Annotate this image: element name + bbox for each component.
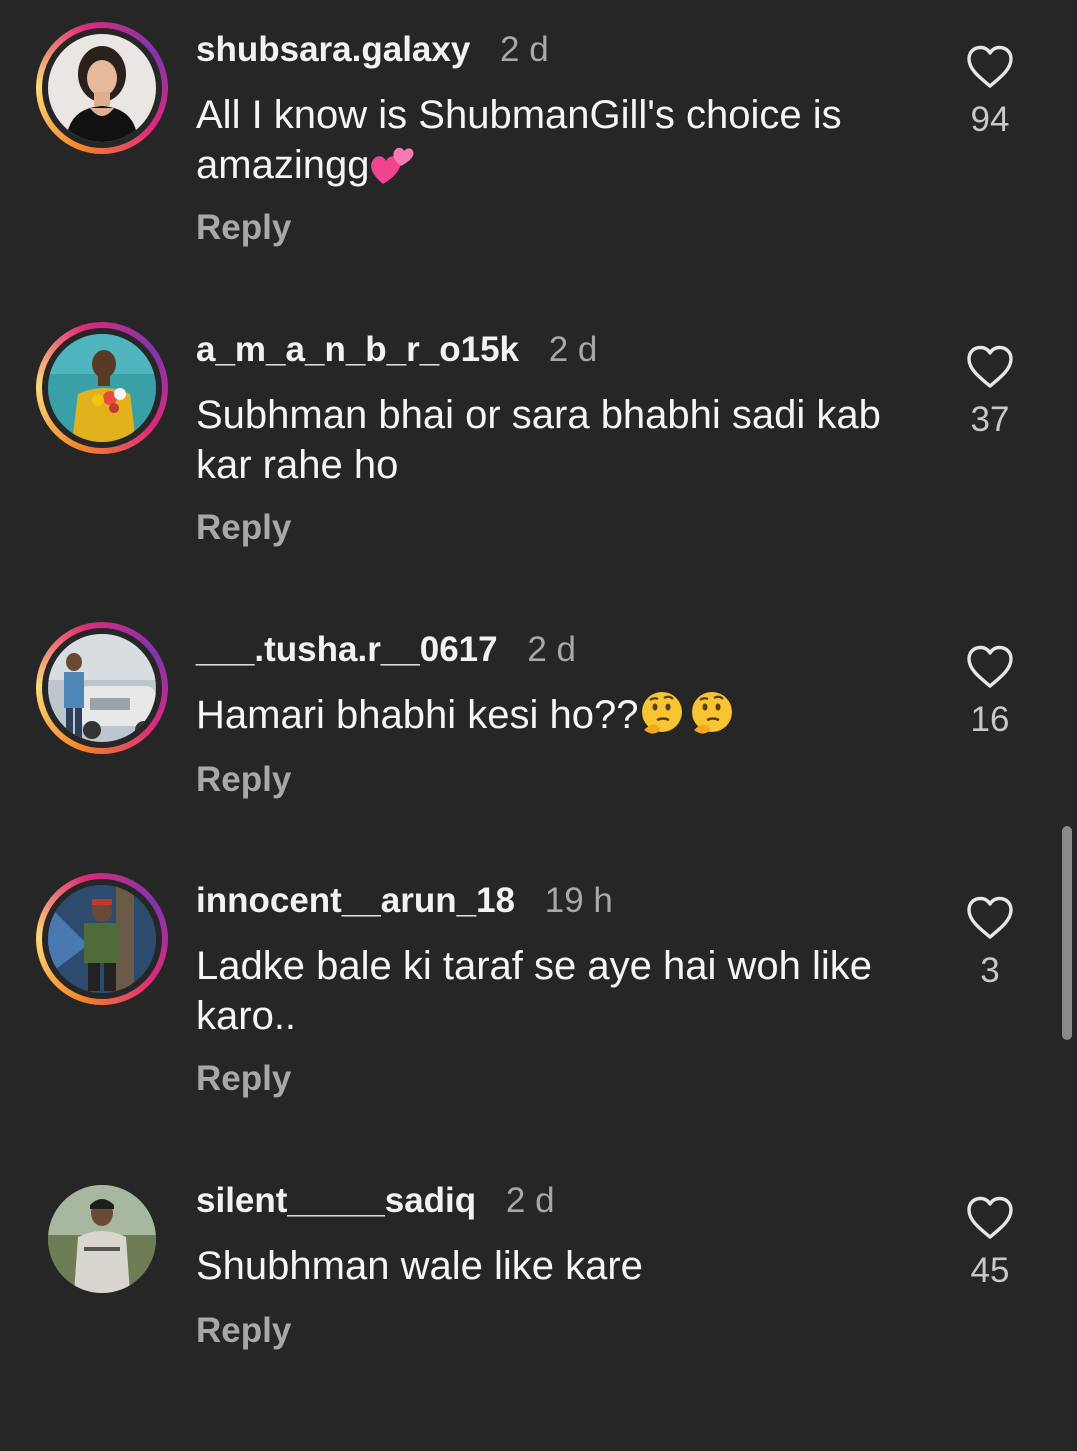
comment-item: innocent__arun_18 19 h Ladke bale ki tar…	[0, 851, 1077, 1151]
comment-time: 2 d	[548, 330, 598, 369]
comment-username[interactable]: innocent__arun_18	[196, 881, 515, 920]
two-hearts-emoji-icon	[369, 142, 415, 198]
story-ring[interactable]	[36, 622, 168, 754]
comment-username[interactable]: shubsara.galaxy	[196, 30, 470, 69]
reply-button[interactable]: Reply	[196, 1309, 291, 1353]
story-ring[interactable]	[36, 22, 168, 154]
comment-item: shubsara.galaxy 2 d All I know is Shubma…	[0, 0, 1077, 300]
avatar[interactable]	[48, 1185, 156, 1293]
comment-text: Subhman bhai or sara bhabhi sadi kab kar…	[196, 393, 881, 487]
reply-button[interactable]: Reply	[196, 206, 291, 250]
comment-text: Hamari bhabhi kesi ho??	[196, 690, 926, 748]
comment-username[interactable]: ___.tusha.r__0617	[196, 630, 498, 669]
comment-text: Ladke bale ki taraf se aye hai woh like …	[196, 944, 872, 1038]
avatar-container[interactable]	[36, 1173, 168, 1305]
like-control: 94	[950, 44, 1030, 142]
like-control: 45	[950, 1195, 1030, 1293]
comment-text: Shubhman wale like kare	[196, 1244, 643, 1288]
avatar[interactable]	[48, 34, 156, 142]
comment-item: a_m_a_n_b_r_o15k 2 d Subhman bhai or sar…	[0, 300, 1077, 600]
comment-time: 2 d	[500, 30, 549, 69]
comment-time: 19 h	[544, 881, 613, 920]
comment-text-body: All I know is ShubmanGill's choice is am…	[196, 93, 842, 187]
comment-username[interactable]: a_m_a_n_b_r_o15k	[196, 330, 519, 369]
thinking-face-emoji-icon	[688, 690, 738, 748]
heart-outline-icon[interactable]	[965, 644, 1015, 690]
comment-item: silent_____sadiq 2 d Shubhman wale like …	[0, 1151, 1077, 1451]
like-count: 3	[980, 951, 1000, 990]
like-count: 37	[970, 400, 1010, 439]
story-ring[interactable]	[36, 873, 168, 1005]
like-control: 16	[950, 644, 1030, 742]
like-control: 3	[950, 895, 1030, 993]
scrollbar[interactable]	[1062, 826, 1072, 1040]
like-control: 37	[950, 344, 1030, 442]
heart-outline-icon[interactable]	[965, 1195, 1015, 1241]
reply-button[interactable]: Reply	[196, 1057, 291, 1101]
comment-text-body: Hamari bhabhi kesi ho??	[196, 693, 639, 737]
comment-username[interactable]: silent_____sadiq	[196, 1181, 476, 1220]
heart-outline-icon[interactable]	[965, 44, 1015, 90]
avatar[interactable]	[48, 885, 156, 993]
comment-text: All I know is ShubmanGill's choice is am…	[196, 90, 926, 198]
thinking-face-emoji-icon	[638, 690, 688, 748]
reply-button[interactable]: Reply	[196, 506, 291, 550]
heart-outline-icon[interactable]	[965, 344, 1015, 390]
comment-time: 2 d	[527, 630, 576, 669]
like-count: 94	[970, 100, 1010, 139]
avatar[interactable]	[48, 634, 156, 742]
heart-outline-icon[interactable]	[965, 895, 1015, 941]
story-ring[interactable]	[36, 322, 168, 454]
reply-button[interactable]: Reply	[196, 758, 291, 802]
comment-time: 2 d	[505, 1181, 555, 1220]
like-count: 45	[970, 1251, 1010, 1290]
like-count: 16	[970, 700, 1010, 739]
avatar[interactable]	[48, 334, 156, 442]
